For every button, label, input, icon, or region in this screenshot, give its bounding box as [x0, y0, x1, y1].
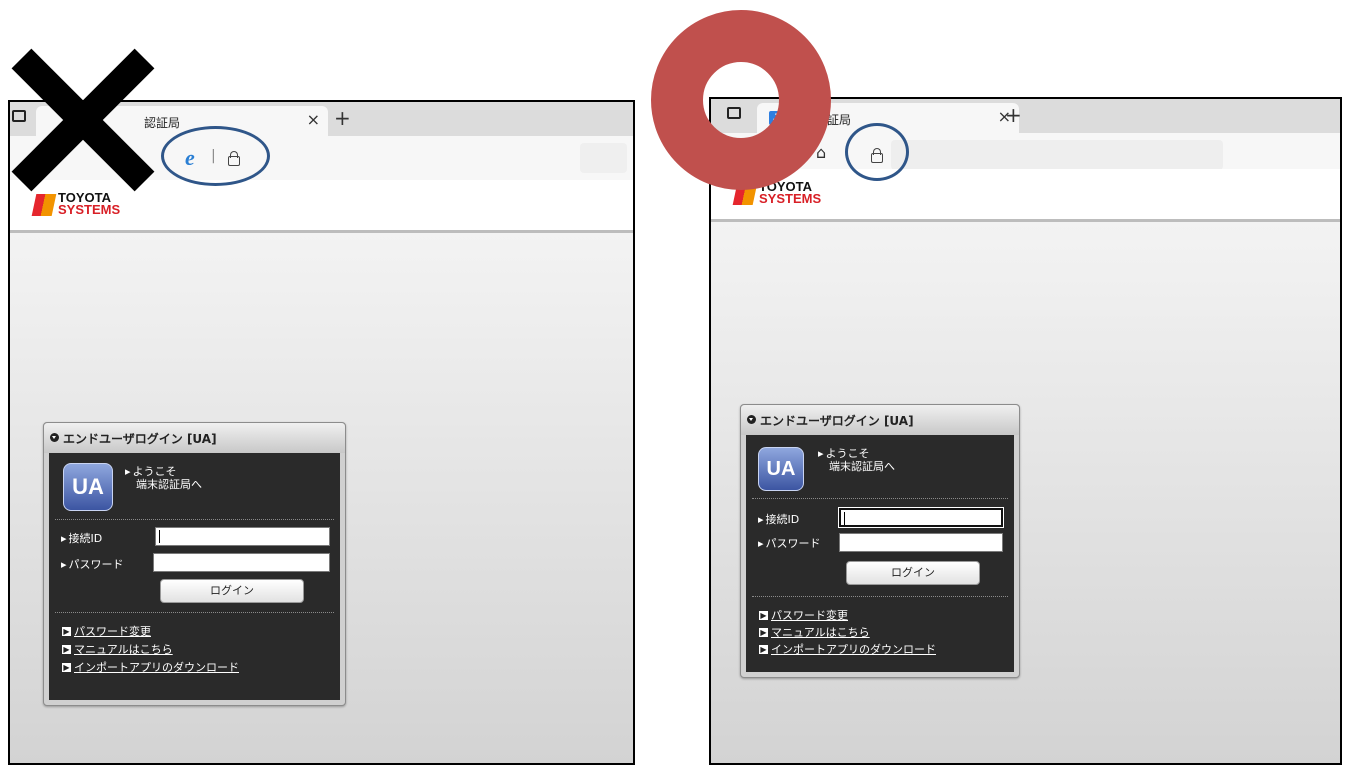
- new-tab-button[interactable]: +: [1005, 103, 1022, 127]
- manual-link[interactable]: マニュアルはこちら: [759, 624, 870, 640]
- login-panel: エンドユーザログイン [UA] UA ようこそ 端末認証局へ 接続ID パスワー…: [740, 404, 1020, 678]
- connection-id-input[interactable]: [838, 507, 1004, 528]
- close-tab-icon[interactable]: ×: [307, 110, 320, 129]
- divider: [752, 596, 1008, 597]
- url-field[interactable]: [580, 143, 627, 173]
- login-title: エンドユーザログイン [UA]: [63, 432, 217, 446]
- password-input[interactable]: [153, 553, 330, 572]
- login-button[interactable]: ログイン: [846, 561, 980, 585]
- toyota-systems-logo: TOYOTA SYSTEMS: [58, 190, 121, 217]
- divider: [752, 498, 1008, 499]
- ua-logo-icon: UA: [63, 463, 113, 511]
- login-button[interactable]: ログイン: [160, 579, 304, 603]
- new-tab-button[interactable]: +: [334, 106, 351, 130]
- page-content: エンドユーザログイン [UA] UA ようこそ 端末認証局へ 接続ID パスワー…: [10, 233, 633, 763]
- login-panel-header: エンドユーザログイン [UA]: [44, 423, 345, 453]
- login-title: エンドユーザログイン [UA]: [760, 414, 914, 428]
- import-app-download-link[interactable]: インポートアプリのダウンロード: [759, 641, 936, 657]
- url-field[interactable]: [891, 140, 1223, 170]
- cross-mark-icon: [8, 45, 158, 195]
- import-app-download-link[interactable]: インポートアプリのダウンロード: [62, 659, 239, 675]
- password-change-link[interactable]: パスワード変更: [759, 607, 848, 623]
- standard-mode-screenshot: J 証局 × + ⌂ TOYOTA SYSTEMS エンドユーザログイン [UA…: [709, 97, 1342, 765]
- tab-title: 証局: [827, 113, 852, 127]
- login-panel: エンドユーザログイン [UA] UA ようこそ 端末認証局へ 接続ID パスワー…: [43, 422, 346, 706]
- page-content: エンドユーザログイン [UA] UA ようこそ 端末認証局へ 接続ID パスワー…: [711, 222, 1340, 763]
- manual-link[interactable]: マニュアルはこちら: [62, 641, 173, 657]
- circle-mark-icon: [651, 10, 831, 190]
- password-label: パスワード: [758, 535, 821, 551]
- connection-id-input[interactable]: [155, 527, 330, 546]
- collapse-icon: [747, 415, 756, 424]
- password-label: パスワード: [61, 556, 124, 572]
- toyota-systems-logo-mark: [31, 194, 57, 216]
- site-header: TOYOTA SYSTEMS: [711, 169, 1340, 222]
- password-input[interactable]: [839, 533, 1003, 552]
- highlight-ring: [161, 126, 270, 186]
- divider: [55, 612, 334, 613]
- ua-logo-icon: UA: [758, 447, 804, 491]
- connection-id-label: 接続ID: [61, 530, 103, 546]
- login-body: UA ようこそ 端末認証局へ 接続ID パスワード ログイン パスワード変更 マ…: [49, 453, 340, 700]
- login-panel-header: エンドユーザログイン [UA]: [741, 405, 1019, 435]
- login-body: UA ようこそ 端末認証局へ 接続ID パスワード ログイン パスワード変更 マ…: [746, 435, 1014, 672]
- divider: [55, 519, 334, 520]
- ie-mode-screenshot: 認証局 × + e | TOYOTA SYSTEMS エンドユーザログイン [U…: [8, 100, 635, 765]
- welcome-text: ようこそ 端末認証局へ: [125, 465, 202, 491]
- welcome-text: ようこそ 端末認証局へ: [818, 447, 895, 473]
- collapse-icon: [50, 433, 59, 442]
- connection-id-label: 接続ID: [758, 511, 800, 527]
- password-change-link[interactable]: パスワード変更: [62, 623, 151, 639]
- highlight-ring: [845, 123, 909, 181]
